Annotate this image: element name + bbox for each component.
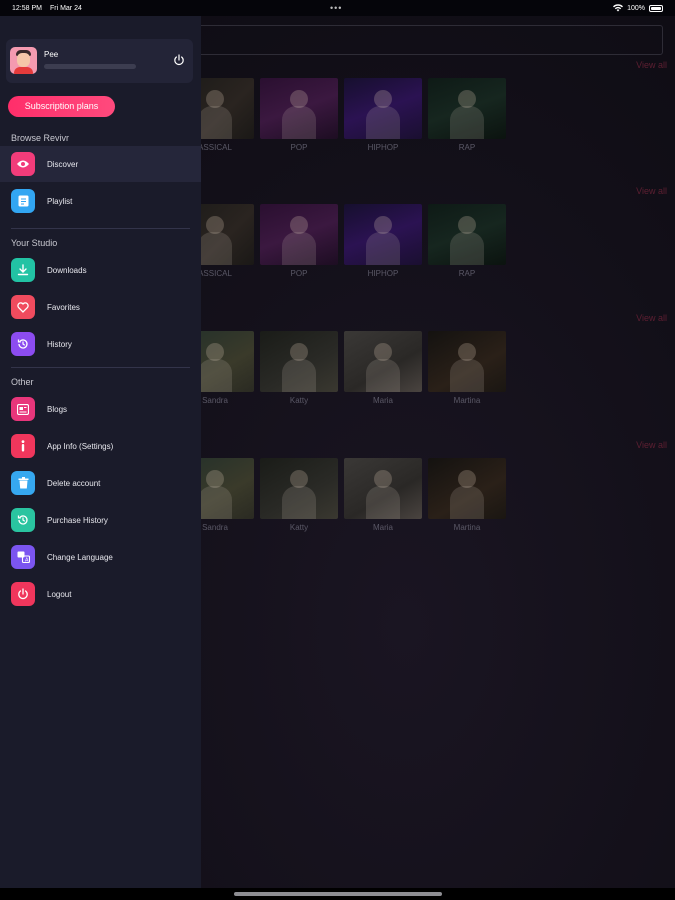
card-label: RAP bbox=[458, 143, 476, 152]
nav-item-playlist[interactable]: Playlist bbox=[0, 183, 201, 219]
playlist-icon bbox=[11, 189, 35, 213]
nav-label: Playlist bbox=[47, 196, 73, 206]
subscription-plans-button[interactable]: Subscription plans bbox=[8, 96, 115, 117]
history-icon bbox=[11, 332, 35, 356]
group-title-browse: Browse Revivr bbox=[11, 133, 70, 143]
view-all-link[interactable]: View all bbox=[636, 186, 667, 196]
nav-item-downloads[interactable]: Downloads bbox=[0, 252, 201, 288]
nav-item-favorites[interactable]: Favorites bbox=[0, 289, 201, 325]
language-icon: A bbox=[11, 545, 35, 569]
group-title-studio: Your Studio bbox=[11, 238, 58, 248]
profile-name: Pee bbox=[44, 50, 59, 59]
card-label: RAP bbox=[458, 269, 476, 278]
home-indicator[interactable] bbox=[234, 892, 442, 896]
card-label: Katty bbox=[289, 523, 309, 532]
nav-item-app-info[interactable]: App Info (Settings) bbox=[0, 428, 201, 464]
divider bbox=[11, 367, 190, 368]
nav-item-discover[interactable]: Discover bbox=[0, 146, 201, 182]
nav-label: Favorites bbox=[47, 302, 80, 312]
eye-icon bbox=[11, 152, 35, 176]
blog-icon bbox=[11, 397, 35, 421]
card-maria[interactable]: Maria bbox=[344, 331, 422, 405]
battery-percent: 100% bbox=[627, 4, 645, 12]
power-icon[interactable] bbox=[173, 54, 185, 66]
wifi-icon bbox=[613, 4, 624, 12]
card-katty[interactable]: Katty bbox=[260, 458, 338, 532]
nav-label: Blogs bbox=[47, 404, 68, 414]
view-all-link[interactable]: View all bbox=[636, 313, 667, 323]
search-input[interactable] bbox=[190, 25, 663, 55]
nav-label: Purchase History bbox=[47, 515, 108, 525]
status-bar: 12:58 PM Fri Mar 24 ••• 100% bbox=[0, 0, 675, 16]
card-maria[interactable]: Maria bbox=[344, 458, 422, 532]
nav-label: Downloads bbox=[47, 265, 87, 275]
multitask-dots[interactable]: ••• bbox=[330, 3, 342, 13]
nav-item-logout[interactable]: Logout bbox=[0, 576, 201, 612]
nav-label: History bbox=[47, 339, 72, 349]
purchase-history-icon bbox=[11, 508, 35, 532]
card-hiphop[interactable]: HIPHOP bbox=[344, 204, 422, 278]
view-all-link[interactable]: View all bbox=[636, 60, 667, 70]
info-icon bbox=[11, 434, 35, 458]
card-martina[interactable]: Martina bbox=[428, 458, 506, 532]
profile-card[interactable]: Pee bbox=[6, 39, 193, 83]
card-label: HIPHOP bbox=[367, 143, 399, 152]
card-label: POP bbox=[290, 269, 308, 278]
card-label: Maria bbox=[372, 523, 393, 532]
heart-icon bbox=[11, 295, 35, 319]
status-date: Fri Mar 24 bbox=[49, 4, 82, 12]
nav-item-change-language[interactable]: A Change Language bbox=[0, 539, 201, 575]
nav-item-blogs[interactable]: Blogs bbox=[0, 391, 201, 427]
avatar bbox=[10, 47, 37, 74]
card-pop[interactable]: POP bbox=[260, 78, 338, 152]
card-label: HIPHOP bbox=[367, 269, 399, 278]
logout-icon bbox=[11, 582, 35, 606]
card-martina[interactable]: Martina bbox=[428, 331, 506, 405]
card-label: Martina bbox=[453, 396, 481, 405]
navigation-drawer: Pee Subscription plans Browse Revivr Dis… bbox=[0, 16, 201, 888]
status-time: 12:58 PM bbox=[12, 4, 42, 12]
battery-icon bbox=[649, 4, 663, 12]
nav-label: Change Language bbox=[47, 552, 113, 562]
card-katty[interactable]: Katty bbox=[260, 331, 338, 405]
divider bbox=[11, 228, 190, 229]
nav-label: Delete account bbox=[47, 478, 101, 488]
nav-item-delete-account[interactable]: Delete account bbox=[0, 465, 201, 501]
trash-icon bbox=[11, 471, 35, 495]
nav-label: Logout bbox=[47, 589, 72, 599]
download-icon bbox=[11, 258, 35, 282]
view-all-link[interactable]: View all bbox=[636, 440, 667, 450]
card-rap[interactable]: RAP bbox=[428, 204, 506, 278]
nav-item-history[interactable]: History bbox=[0, 326, 201, 362]
card-label: Maria bbox=[372, 396, 393, 405]
group-title-other: Other bbox=[11, 377, 34, 387]
card-pop[interactable]: POP bbox=[260, 204, 338, 278]
nav-item-purchase-history[interactable]: Purchase History bbox=[0, 502, 201, 538]
svg-text:A: A bbox=[25, 558, 29, 564]
card-label: POP bbox=[290, 143, 308, 152]
profile-email-redacted bbox=[44, 64, 136, 69]
card-rap[interactable]: RAP bbox=[428, 78, 506, 152]
nav-label: Discover bbox=[47, 159, 79, 169]
card-label: Katty bbox=[289, 396, 309, 405]
nav-label: App Info (Settings) bbox=[47, 441, 114, 451]
card-label: Martina bbox=[453, 523, 481, 532]
card-hiphop[interactable]: HIPHOP bbox=[344, 78, 422, 152]
